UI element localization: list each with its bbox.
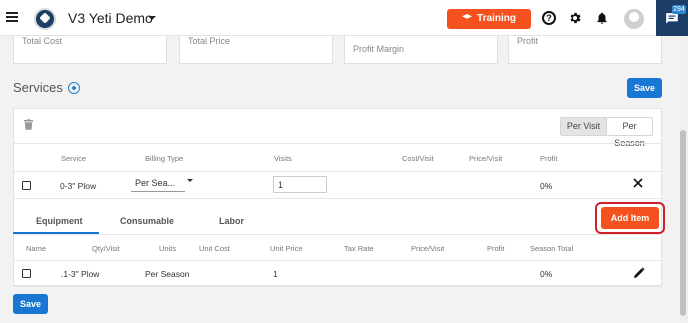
chat-bubble-icon (666, 13, 678, 24)
item-column-header: Units (159, 244, 177, 253)
chevron-down-icon (187, 179, 193, 182)
service-row-checkbox[interactable] (22, 181, 31, 190)
item-row-checkbox[interactable] (22, 269, 31, 278)
item-season-total: 0% (540, 269, 553, 279)
close-icon[interactable] (633, 178, 643, 188)
divider (14, 171, 663, 172)
save-button-bottom[interactable]: Save (13, 294, 48, 314)
column-header: Service (61, 154, 87, 163)
item-column-header: Price/Visit (411, 244, 445, 253)
divider (13, 286, 662, 287)
tab-consumable[interactable]: Consumable (120, 216, 174, 226)
add-item-button[interactable]: Add Item (601, 207, 659, 229)
divider (13, 198, 662, 199)
item-column-header: Profit (487, 244, 505, 253)
add-service-icon[interactable] (68, 82, 80, 94)
gear-icon[interactable] (568, 11, 582, 25)
item-column-header: Unit Cost (199, 244, 230, 253)
card-label: Profit (517, 36, 539, 46)
total-cost-card: Total Cost (13, 36, 167, 64)
main-content: Total Cost Total Price Profit Margin Pro… (0, 36, 678, 323)
item-units: Per Season (145, 269, 190, 279)
graduation-cap-icon (462, 14, 473, 19)
divider (13, 260, 662, 261)
profit-margin-card: Profit Margin (344, 36, 498, 64)
column-header: Price/Visit (469, 154, 503, 163)
trash-icon[interactable] (24, 119, 33, 130)
billing-type-select[interactable]: Per Sea... (131, 176, 185, 192)
item-column-header: Name (26, 244, 47, 253)
service-name: 0-3" Plow (60, 181, 97, 191)
company-logo[interactable] (34, 8, 56, 30)
item-column-header: Tax Rate (344, 244, 374, 253)
edit-pencil-icon[interactable] (633, 267, 645, 279)
top-bar: V3 Yeti Demo Training ? 294 (0, 0, 688, 36)
item-unit-price: 1 (273, 269, 278, 279)
column-header: Cost/Visit (402, 154, 434, 163)
card-label: Total Price (188, 36, 231, 46)
save-button[interactable]: Save (627, 78, 662, 98)
toggle-per-season[interactable]: Per Season (607, 118, 652, 148)
tab-equipment[interactable]: Equipment (36, 216, 83, 226)
app-title[interactable]: V3 Yeti Demo (68, 10, 153, 26)
help-icon[interactable]: ? (542, 11, 556, 25)
service-profit: 0% (540, 181, 553, 191)
column-header: Visits (274, 154, 292, 163)
column-header: Billing Type (145, 154, 184, 163)
tab-labor[interactable]: Labor (219, 216, 244, 226)
menu-icon[interactable] (6, 12, 18, 22)
item-column-header: Season Total (530, 244, 574, 253)
billing-period-toggle: Per Visit Per Season (560, 117, 653, 148)
services-title: Services (13, 80, 63, 95)
training-button[interactable]: Training (447, 9, 531, 29)
bell-icon[interactable] (595, 11, 609, 25)
toggle-per-visit[interactable]: Per Visit (561, 118, 607, 135)
card-label: Total Cost (22, 36, 63, 46)
column-header: Profit (540, 154, 558, 163)
divider (14, 143, 663, 144)
item-column-header: Qty/Visit (92, 244, 120, 253)
item-column-header: Unit Price (270, 244, 303, 253)
training-label: Training (477, 13, 516, 24)
chat-count-badge: 294 (672, 5, 686, 14)
avatar[interactable] (624, 9, 644, 29)
divider (13, 234, 662, 235)
visits-input[interactable]: 1 (273, 176, 327, 193)
total-price-card: Total Price (179, 36, 333, 64)
chevron-down-icon[interactable] (148, 16, 156, 20)
scrollbar-thumb[interactable] (680, 130, 686, 316)
card-label: Profit Margin (353, 44, 405, 54)
profit-card: Profit (508, 36, 662, 64)
item-qty: .1-3" Plow (61, 269, 100, 279)
